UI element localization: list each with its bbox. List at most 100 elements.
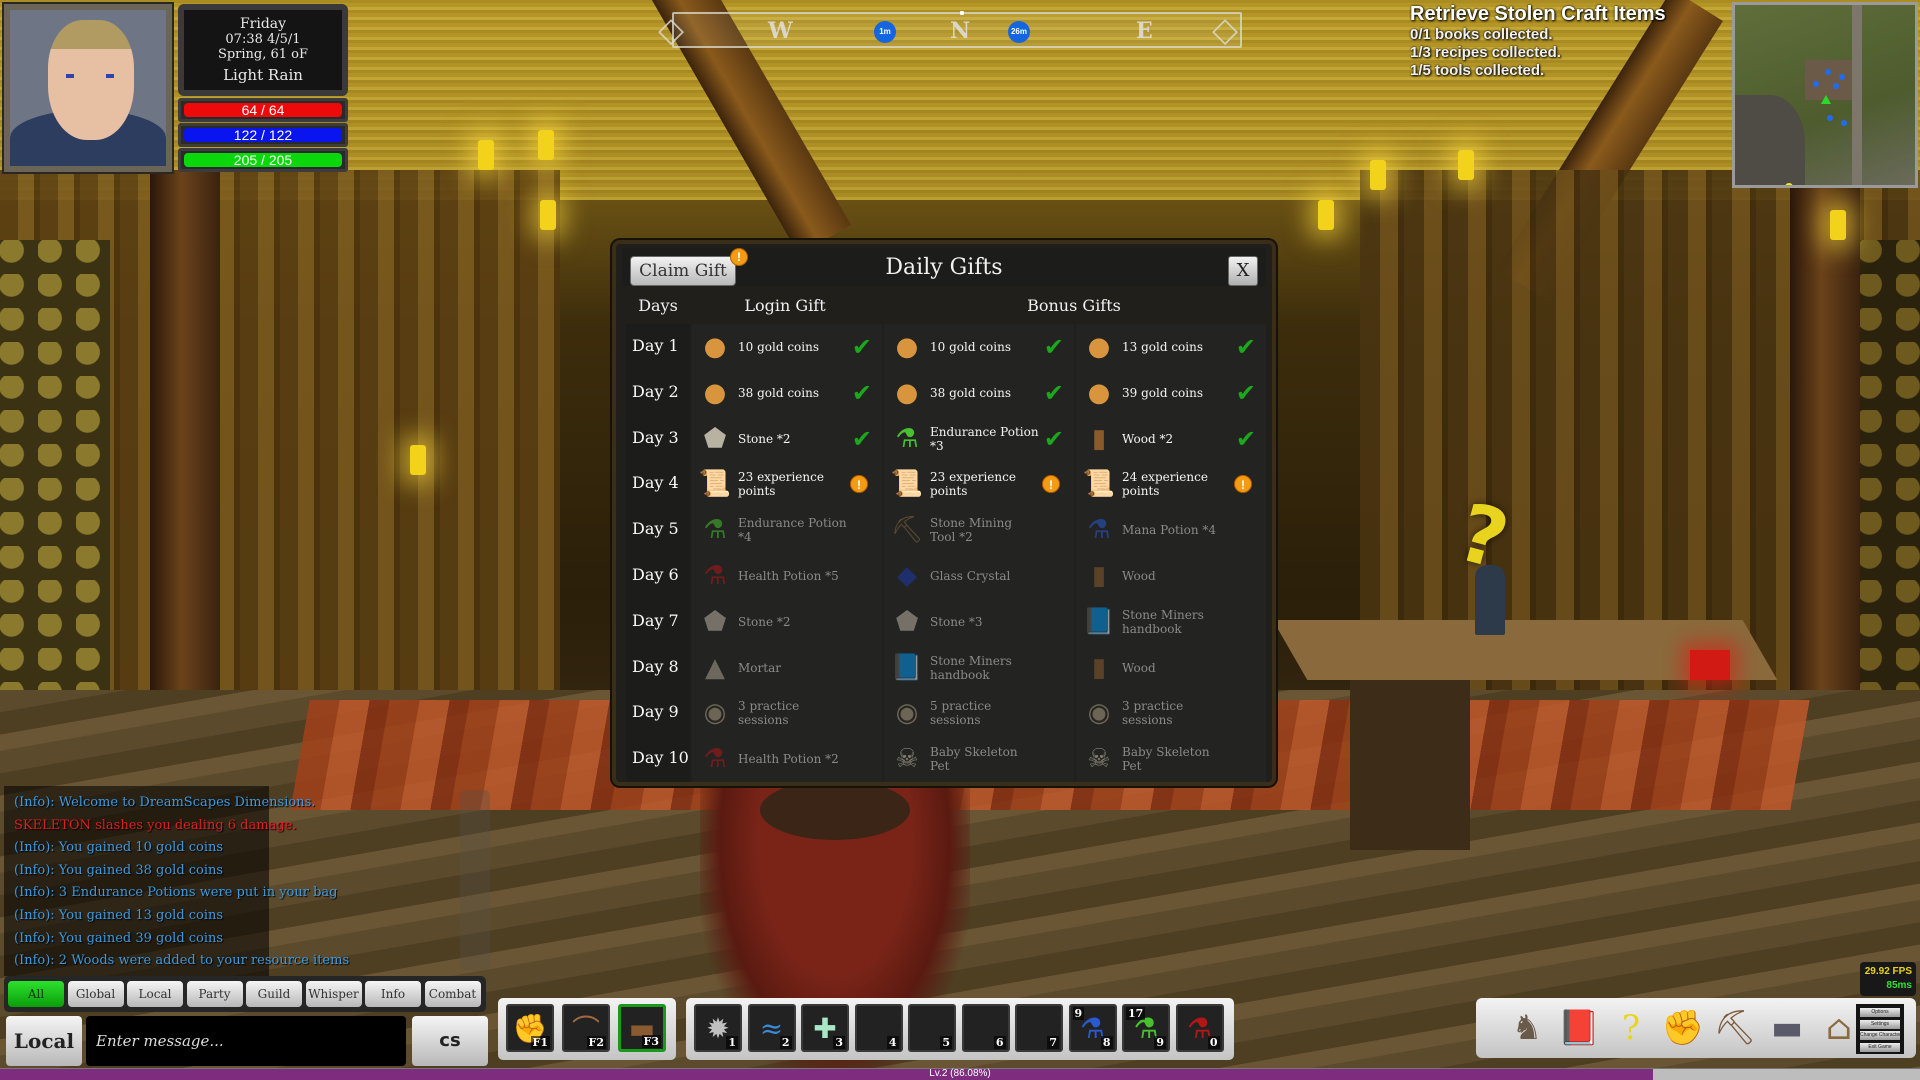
weapon-slot[interactable]: ✊ F1 xyxy=(506,1004,554,1052)
chat-scrollbar[interactable] xyxy=(460,790,490,970)
gift-cell[interactable]: ⚗ Endurance Potion *3 ✔ xyxy=(884,418,1074,460)
change-character-button[interactable]: Change Character xyxy=(1860,1031,1900,1040)
chat-message-info: (Info): You gained 13 gold coins xyxy=(14,908,224,923)
gift-cell[interactable]: ⚗ Endurance Potion *4 xyxy=(692,509,882,551)
chat-tab-combat[interactable]: Combat xyxy=(424,981,481,1007)
character-menu-button[interactable]: ♞ xyxy=(1504,1002,1550,1054)
settings-button[interactable]: Settings xyxy=(1860,1019,1900,1029)
skill-slot[interactable]: ⚗ 17 9 xyxy=(1122,1004,1170,1052)
gathering-pickaxe-menu-button[interactable]: ⛏ xyxy=(1712,1002,1758,1054)
slot-keybind: 8 xyxy=(1100,1036,1113,1049)
quest-title[interactable]: Retrieve Stolen Craft Items xyxy=(1410,2,1666,26)
health-potion-icon: ⚗ xyxy=(703,561,727,591)
skill-slot[interactable]: ≈2 xyxy=(747,1004,796,1052)
chat-tab-global[interactable]: Global xyxy=(67,981,124,1007)
help-book-icon: ? xyxy=(1621,1008,1641,1048)
claim-gift-button[interactable]: Claim Gift xyxy=(630,256,736,286)
gift-cell[interactable]: ● 38 gold coins ✔ xyxy=(884,372,1074,414)
gift-name: Baby Skeleton Pet xyxy=(1122,745,1210,774)
close-button[interactable]: X xyxy=(1228,256,1258,286)
skill-slot[interactable]: 6 xyxy=(961,1004,1010,1052)
day-label: Day 3 xyxy=(632,427,679,447)
gift-cell[interactable]: ◉ 5 practice sessions xyxy=(884,692,1074,734)
gift-cell[interactable]: ⬟ Stone *2 ✔ xyxy=(692,418,882,460)
gift-cell[interactable]: ▮ Wood xyxy=(1076,647,1266,689)
chat-tab-info[interactable]: Info xyxy=(365,981,421,1007)
gift-cell[interactable]: ⚗ Mana Potion *4 xyxy=(1076,509,1266,551)
gift-cell[interactable]: ● 10 gold coins ✔ xyxy=(692,326,882,368)
chat-tab-party[interactable]: Party xyxy=(186,981,243,1007)
gift-cell[interactable]: ◉ 3 practice sessions xyxy=(1076,692,1266,734)
weapon-slot[interactable]: ▬ F3 xyxy=(618,1004,666,1052)
slot-keybind: F3 xyxy=(641,1035,661,1048)
gift-icon-wrap: ⚗ xyxy=(1080,511,1118,549)
options-button[interactable]: Options xyxy=(1860,1008,1900,1017)
claimed-check-icon: ✔ xyxy=(1043,424,1064,453)
skills-fist-menu-button[interactable]: ✊ xyxy=(1660,1002,1706,1054)
chat-tab-guild[interactable]: Guild xyxy=(246,981,302,1007)
gift-cell[interactable]: ● 39 gold coins ✔ xyxy=(1076,372,1266,414)
character-portrait[interactable] xyxy=(2,2,174,174)
system-menu: Options Settings Change Character Exit Game xyxy=(1856,1004,1904,1054)
help-book-menu-button[interactable]: ? xyxy=(1608,1002,1654,1054)
latency-value: 85ms xyxy=(1886,980,1912,991)
gift-cell[interactable]: 📜 23 experience points! xyxy=(884,463,1074,505)
chat-tab-all[interactable]: All xyxy=(8,981,64,1007)
gift-cell[interactable]: ⬟ Stone *3 xyxy=(884,601,1074,643)
gift-cell[interactable]: ⛏ Stone Mining Tool *2 xyxy=(884,509,1074,551)
pickaxe-icon: ⛏ xyxy=(890,515,924,546)
gift-cell[interactable]: ▮ Wood xyxy=(1076,555,1266,597)
gift-icon-wrap: ◉ xyxy=(696,694,734,732)
chat-cs-button[interactable]: cs xyxy=(412,1016,488,1066)
skill-slot[interactable]: ✹ 1 xyxy=(694,1004,742,1052)
npc-character[interactable] xyxy=(1475,565,1505,635)
gift-name: 23 experience points xyxy=(738,470,824,499)
gift-icon-wrap: 📘 xyxy=(888,649,926,687)
skill-slot[interactable]: ⚗ 0 xyxy=(1175,1004,1224,1052)
gift-cell[interactable]: 📜 24 experience points! xyxy=(1076,463,1266,505)
weapon-slot[interactable]: ⌒ F2 xyxy=(562,1004,610,1052)
gift-cell[interactable]: ◉ 3 practice sessions xyxy=(692,692,882,734)
glass-crystal-icon: ◆ xyxy=(897,561,917,591)
quest-tracker[interactable]: Retrieve Stolen Craft Items 0/1 books co… xyxy=(1410,2,1666,80)
chat-tab-whisper[interactable]: Whisper xyxy=(305,981,362,1007)
slot-count: 17 xyxy=(1126,1007,1146,1020)
chat-tab-local[interactable]: Local xyxy=(127,981,183,1007)
claimable-alert-icon: ! xyxy=(1234,475,1252,494)
gift-cell[interactable]: ☠ Baby Skeleton Pet xyxy=(884,738,1074,780)
gift-cell[interactable]: ▮ Wood *2 ✔ xyxy=(1076,418,1266,460)
bonus-gift-column-1: ● 10 gold coins ✔ ● 38 gold coins ✔ ⚗ Endurance… xyxy=(884,324,1074,782)
gift-cell[interactable]: ● 13 gold coins ✔ xyxy=(1076,326,1266,368)
skill-slot[interactable]: 7 xyxy=(1015,1004,1063,1052)
crafting-anvil-menu-button[interactable]: ▬ xyxy=(1764,1002,1810,1054)
skill-slot[interactable]: 4 xyxy=(854,1004,903,1052)
skill-slot[interactable]: ✚ 3 xyxy=(801,1004,849,1052)
skill-slot[interactable]: 5 xyxy=(908,1004,956,1052)
chat-message-input[interactable] xyxy=(86,1016,406,1066)
gift-cell[interactable]: ☠ Baby Skeleton Pet xyxy=(1076,738,1266,780)
gift-icon-wrap: ● xyxy=(696,328,734,366)
gift-cell[interactable]: 📜 23 experience points! xyxy=(692,463,882,505)
chat-channel-button[interactable]: Local xyxy=(6,1016,82,1066)
gift-name: Health Potion *2 xyxy=(738,752,839,767)
stamina-value: 205 / 205 xyxy=(233,152,293,168)
gift-cell[interactable]: ● 38 gold coins ✔ xyxy=(692,372,882,414)
gift-cell[interactable]: 📘 Stone Miners handbook xyxy=(1076,601,1266,643)
minimap[interactable] xyxy=(1732,2,1918,188)
skill-slot[interactable]: ⚗ 9 8 xyxy=(1068,1004,1117,1052)
practice-rune-icon: ◉ xyxy=(895,698,919,729)
gift-cell[interactable]: ▲ Mortar xyxy=(692,647,882,689)
spellbook-menu-button[interactable]: 📕 xyxy=(1556,1002,1602,1054)
gift-cell[interactable]: ● 10 gold coins ✔ xyxy=(884,326,1074,368)
bonus-gifts-header: Bonus Gifts xyxy=(1027,296,1121,315)
gift-icon-wrap: ⛏ xyxy=(888,511,926,549)
compass-marker: 1m xyxy=(874,21,896,43)
chat-log[interactable]: (Info): Welcome to DreamScapes Dimension… xyxy=(4,786,490,976)
gift-cell[interactable]: ◆ Glass Crystal xyxy=(884,555,1074,597)
exit-game-button[interactable]: Exit Game xyxy=(1860,1042,1900,1052)
gift-cell[interactable]: 📘 Stone Miners handbook xyxy=(884,647,1074,689)
gift-cell[interactable]: ⬟ Stone *2 xyxy=(692,601,882,643)
gift-cell[interactable]: ⚗ Health Potion *2 xyxy=(692,738,882,780)
skills-fist-icon: ✊ xyxy=(1661,1008,1705,1048)
gift-cell[interactable]: ⚗ Health Potion *5 xyxy=(692,555,882,597)
